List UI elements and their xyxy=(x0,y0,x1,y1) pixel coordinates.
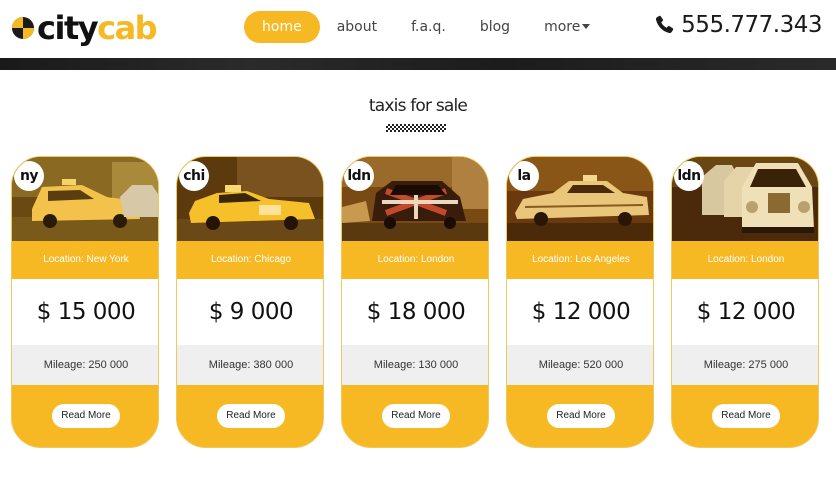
logo-city: city xyxy=(37,9,99,47)
city-badge: ny xyxy=(14,161,44,191)
site-header: citycab home about f.a.q. blog more 555.… xyxy=(0,0,836,58)
card-location: Location: New York xyxy=(43,254,129,265)
card-mileage: Mileage: 520 000 xyxy=(507,345,653,385)
hero-strip xyxy=(0,58,836,70)
main-nav: home about f.a.q. blog more xyxy=(244,11,607,43)
card-location: Location: Los Angeles xyxy=(532,254,630,265)
nav-more[interactable]: more xyxy=(527,11,607,43)
taxi-photo: ldn xyxy=(342,157,488,241)
logo-mark-icon xyxy=(12,17,34,39)
taxi-photo: la xyxy=(507,157,653,241)
read-more-button[interactable]: Read More xyxy=(382,404,450,428)
read-more-button[interactable]: Read More xyxy=(52,404,120,428)
taxi-card: ldn Location: London $ 12 000 Mileage: 2… xyxy=(671,156,819,448)
card-price: $ 9 000 xyxy=(177,279,323,345)
card-mileage: Mileage: 380 000 xyxy=(177,345,323,385)
nav-about[interactable]: about xyxy=(320,11,394,43)
card-location: Location: London xyxy=(707,254,785,265)
nav-more-label: more xyxy=(544,19,581,35)
taxi-card: ldn Location: London $ 18 000 Mileage: 1… xyxy=(341,156,489,448)
taxi-card: chi Location: Chicago $ 9 000 Mileage: 3… xyxy=(176,156,324,448)
logo-cab: cab xyxy=(97,9,157,47)
phone-number: 555.777.343 xyxy=(681,12,822,38)
nav-faq[interactable]: f.a.q. xyxy=(394,11,463,43)
taxi-photo: ldn xyxy=(672,157,818,241)
phone-contact[interactable]: 555.777.343 xyxy=(653,9,822,41)
card-price: $ 12 000 xyxy=(672,279,818,345)
city-badge: ldn xyxy=(344,161,374,191)
caret-down-icon xyxy=(582,23,591,29)
logo-text: citycab xyxy=(37,9,158,47)
checker-divider xyxy=(386,124,446,132)
read-more-button[interactable]: Read More xyxy=(712,404,780,428)
card-price: $ 15 000 xyxy=(12,279,158,345)
card-mileage: Mileage: 275 000 xyxy=(672,345,818,385)
taxi-card: ny Location: New York $ 15 000 Mileage: … xyxy=(11,156,159,448)
card-price: $ 18 000 xyxy=(342,279,488,345)
nav-home[interactable]: home xyxy=(244,11,320,43)
card-price: $ 12 000 xyxy=(507,279,653,345)
nav-blog[interactable]: blog xyxy=(463,11,527,43)
card-mileage: Mileage: 250 000 xyxy=(12,345,158,385)
read-more-button[interactable]: Read More xyxy=(547,404,615,428)
taxi-card: la Location: Los Angeles $ 12 000 Mileag… xyxy=(506,156,654,448)
logo[interactable]: citycab xyxy=(12,8,158,48)
taxi-photo: ny xyxy=(12,157,158,241)
read-more-button[interactable]: Read More xyxy=(217,404,285,428)
city-badge: la xyxy=(509,161,539,191)
card-location: Location: Chicago xyxy=(210,254,292,265)
taxi-photo: chi xyxy=(177,157,323,241)
phone-icon xyxy=(656,15,674,34)
city-badge: ldn xyxy=(674,161,704,191)
city-badge: chi xyxy=(179,161,209,191)
card-mileage: Mileage: 130 000 xyxy=(342,345,488,385)
section-title: taxis for sale xyxy=(368,96,468,116)
card-location: Location: London xyxy=(377,254,455,265)
